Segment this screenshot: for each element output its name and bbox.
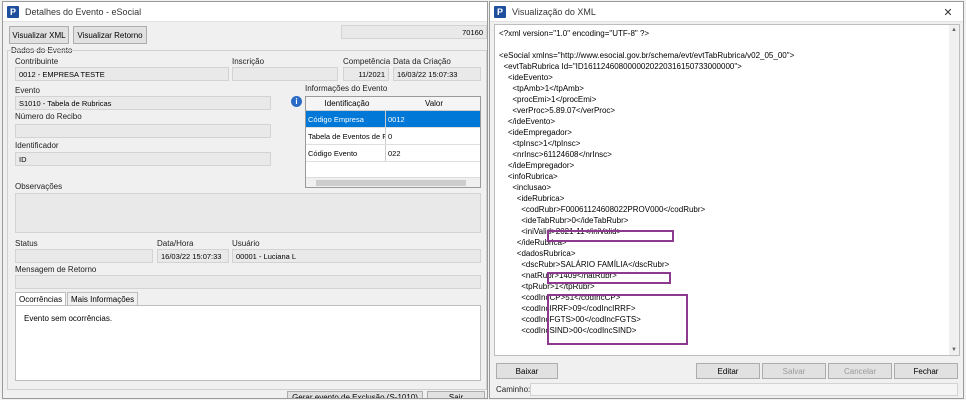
num-recibo-label: Número do Recibo [15,112,82,121]
data-hora-field: 16/03/22 15:07:33 [157,249,229,263]
caminho-label: Caminho: [496,385,531,394]
caminho-field [530,383,958,396]
highlight-natrubr [547,272,671,284]
close-icon[interactable]: ✕ [937,4,959,20]
info-icon[interactable]: i [291,96,302,107]
app-icon: P [494,5,506,18]
left-window-title: Detalhes do Evento - eSocial [25,6,142,17]
left-titlebar: P Detalhes do Evento - eSocial [3,2,487,22]
data-criacao-label: Data da Criação [393,57,451,66]
msg-retorno-field [15,275,481,289]
usuario-label: Usuário [232,239,260,248]
grid-row[interactable]: Tabela de Eventos de F 0 [306,128,480,145]
grid-col-identificacao: Identificação [324,99,370,108]
data-criacao-field: 16/03/22 15:07:33 [393,67,481,81]
xml-line: <evtTabRubrica Id="ID1611246080000020220… [499,62,742,71]
ocorrencias-panel: Evento sem ocorrências. [15,305,481,381]
view-xml-button[interactable]: Visualizar XML [9,26,69,44]
status-label: Status [15,239,38,248]
usuario-field: 00001 - Luciana L [232,249,481,263]
xml-line: </ideEmpregador> [499,161,575,170]
xml-line: <ideRubrica> [499,194,565,203]
right-window-title: Visualização do XML [512,6,596,17]
xml-content-pane[interactable]: <?xml version="1.0" encoding="UTF-8" ?> <… [494,24,960,356]
msg-retorno-label: Mensagem de Retorno [15,265,97,274]
xml-line: <tpAmb>1</tpAmb> [499,84,584,93]
grid-cell-valor: 0012 [386,111,480,127]
grid-cell-valor: 0 [388,131,393,141]
xml-line: <ideEvento> [499,73,553,82]
contribuinte-field: 0012 - EMPRESA TESTE [15,67,229,81]
cancelar-button[interactable]: Cancelar [828,363,892,379]
xml-line: <tpInsc>1</tpInsc> [499,139,581,148]
grid-hscrollbar[interactable] [306,177,480,187]
xml-line: <nrInsc>61124608</nrInsc> [499,150,612,159]
xml-line: <dscRubr>SALÁRIO FAMÍLIA</dscRubr> [499,260,670,269]
num-recibo-field [15,124,271,138]
grid-cell-id: Tabela de Eventos de F [306,128,386,144]
inscricao-field [232,67,338,81]
view-return-button[interactable]: Visualizar Retorno [73,26,147,44]
xml-line: <ideEmpregador> [499,128,572,137]
gerar-exclusao-button[interactable]: Gerar evento de Exclusão (S-1010) [287,391,423,398]
identificador-label: Identificador [15,141,59,150]
highlight-inivalid [547,230,674,242]
event-details-window: P Detalhes do Evento - eSocial Visualiza… [2,1,488,399]
data-hora-label: Data/Hora [157,239,194,248]
xml-line: </ideEvento> [499,117,556,126]
ocorrencias-text: Evento sem ocorrências. [24,314,113,323]
tab-mais-informacoes[interactable]: Mais Informações [67,292,139,306]
info-evento-label: Informações do Evento [305,84,388,93]
app-icon: P [7,5,19,18]
xml-line: <inclusao> [499,183,552,192]
xml-vscrollbar[interactable]: ▲ ▼ [949,25,959,355]
baixar-button[interactable]: Baixar [496,363,558,379]
evento-label: Evento [15,86,40,95]
grid-row[interactable]: Código Evento 022 [306,145,480,162]
xml-line: <codRubr>F00061124608022PROV000</codRubr… [499,205,706,214]
sair-button[interactable]: Sair [427,391,485,398]
grid-cell-id: Código Empresa [306,111,386,127]
grid-cell-valor: 022 [388,148,401,158]
xml-line: <eSocial xmlns="http://www.esocial.gov.b… [499,51,795,60]
grid-col-valor: Valor [424,99,444,108]
status-field [15,249,153,263]
xml-viewer-window: P Visualização do XML ✕ <?xml version="1… [489,1,964,399]
grid-row[interactable]: Código Empresa 0012 [306,111,480,128]
observacoes-label: Observações [15,182,63,191]
evento-field: S1010 - Tabela de Rubricas [15,96,271,110]
salvar-button[interactable]: Salvar [762,363,826,379]
xml-line: <dadosRubrica> [499,249,576,258]
xml-line: <verProc>5.89.07</verProc> [499,106,616,115]
grid-cell-id: Código Evento [306,145,386,161]
info-evento-grid[interactable]: Identificação Valor Código Empresa 0012 … [305,96,481,188]
contribuinte-label: Contribuinte [15,57,59,66]
observacoes-field[interactable] [15,193,481,233]
xml-line: <procEmi>1</procEmi> [499,95,597,104]
highlight-codinc [547,294,688,345]
fechar-button[interactable]: Fechar [894,363,958,379]
xml-line: <infoRubrica> [499,172,558,181]
top-value-field: 70160 [341,25,487,39]
tab-ocorrencias[interactable]: Ocorrências [15,292,67,306]
right-titlebar: P Visualização do XML [490,2,963,22]
identificador-field: ID [15,152,271,166]
xml-line: <ideTabRubr>0</ideTabRubr> [499,216,629,225]
xml-line: <?xml version="1.0" encoding="UTF-8" ?> [499,29,650,38]
editar-button[interactable]: Editar [696,363,760,379]
competencia-field: 11/2021 [343,67,389,81]
competencia-label: Competência [343,57,391,66]
inscricao-label: Inscrição [232,57,265,66]
grid-header: Identificação Valor [306,97,480,111]
